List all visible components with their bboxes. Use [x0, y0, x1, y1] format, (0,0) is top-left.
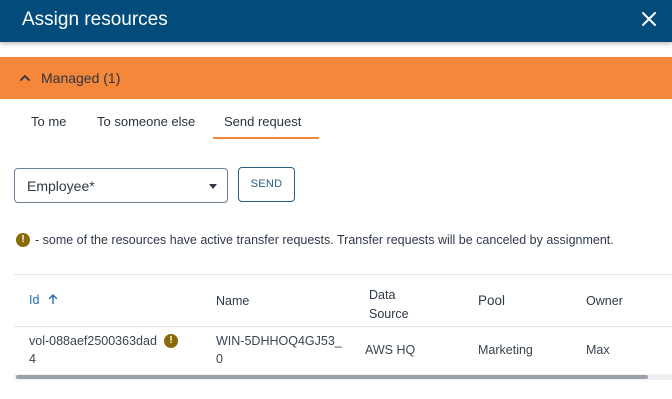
column-header-data-source[interactable]: Data Source	[369, 286, 429, 324]
employee-select-value: Employee*	[27, 178, 95, 194]
managed-section-toggle[interactable]: Managed (1)	[0, 57, 672, 99]
resource-owner: Max	[586, 343, 610, 357]
close-icon[interactable]	[638, 8, 660, 30]
table-header-divider	[14, 326, 672, 327]
dialog-title: Assign resources	[22, 9, 168, 30]
chevron-up-icon	[20, 75, 30, 81]
resource-data-source: AWS HQ	[365, 343, 416, 357]
dialog-header: Assign resources	[0, 0, 672, 42]
transfer-notice: - some of the resources have active tran…	[35, 233, 614, 247]
tab-to-someone-else[interactable]: To someone else	[97, 114, 195, 129]
horizontal-scrollbar[interactable]	[14, 374, 672, 380]
column-header-owner[interactable]: Owner	[586, 294, 623, 308]
resource-pool: Marketing	[478, 343, 533, 357]
scrollbar-thumb[interactable]	[16, 375, 648, 379]
managed-section-label: Managed (1)	[41, 70, 121, 86]
arrow-up-icon[interactable]	[47, 293, 59, 305]
resource-name: WIN-5DHHOQ4GJ53_0	[216, 334, 342, 366]
send-button[interactable]: SEND	[238, 167, 295, 202]
column-header-id[interactable]: Id	[29, 293, 39, 307]
active-tab-indicator	[213, 137, 319, 139]
table-divider	[14, 274, 672, 275]
tab-to-me[interactable]: To me	[31, 114, 66, 129]
caret-down-icon	[209, 184, 217, 189]
warning-icon: !	[164, 334, 178, 348]
column-header-name[interactable]: Name	[216, 294, 249, 308]
resource-id-link[interactable]: vol-088aef2500363dad4	[29, 332, 159, 368]
warning-icon: !	[16, 233, 30, 247]
column-header-pool[interactable]: Pool	[478, 293, 505, 308]
employee-select[interactable]: Employee*	[14, 168, 228, 203]
tab-send-request[interactable]: Send request	[224, 114, 301, 129]
